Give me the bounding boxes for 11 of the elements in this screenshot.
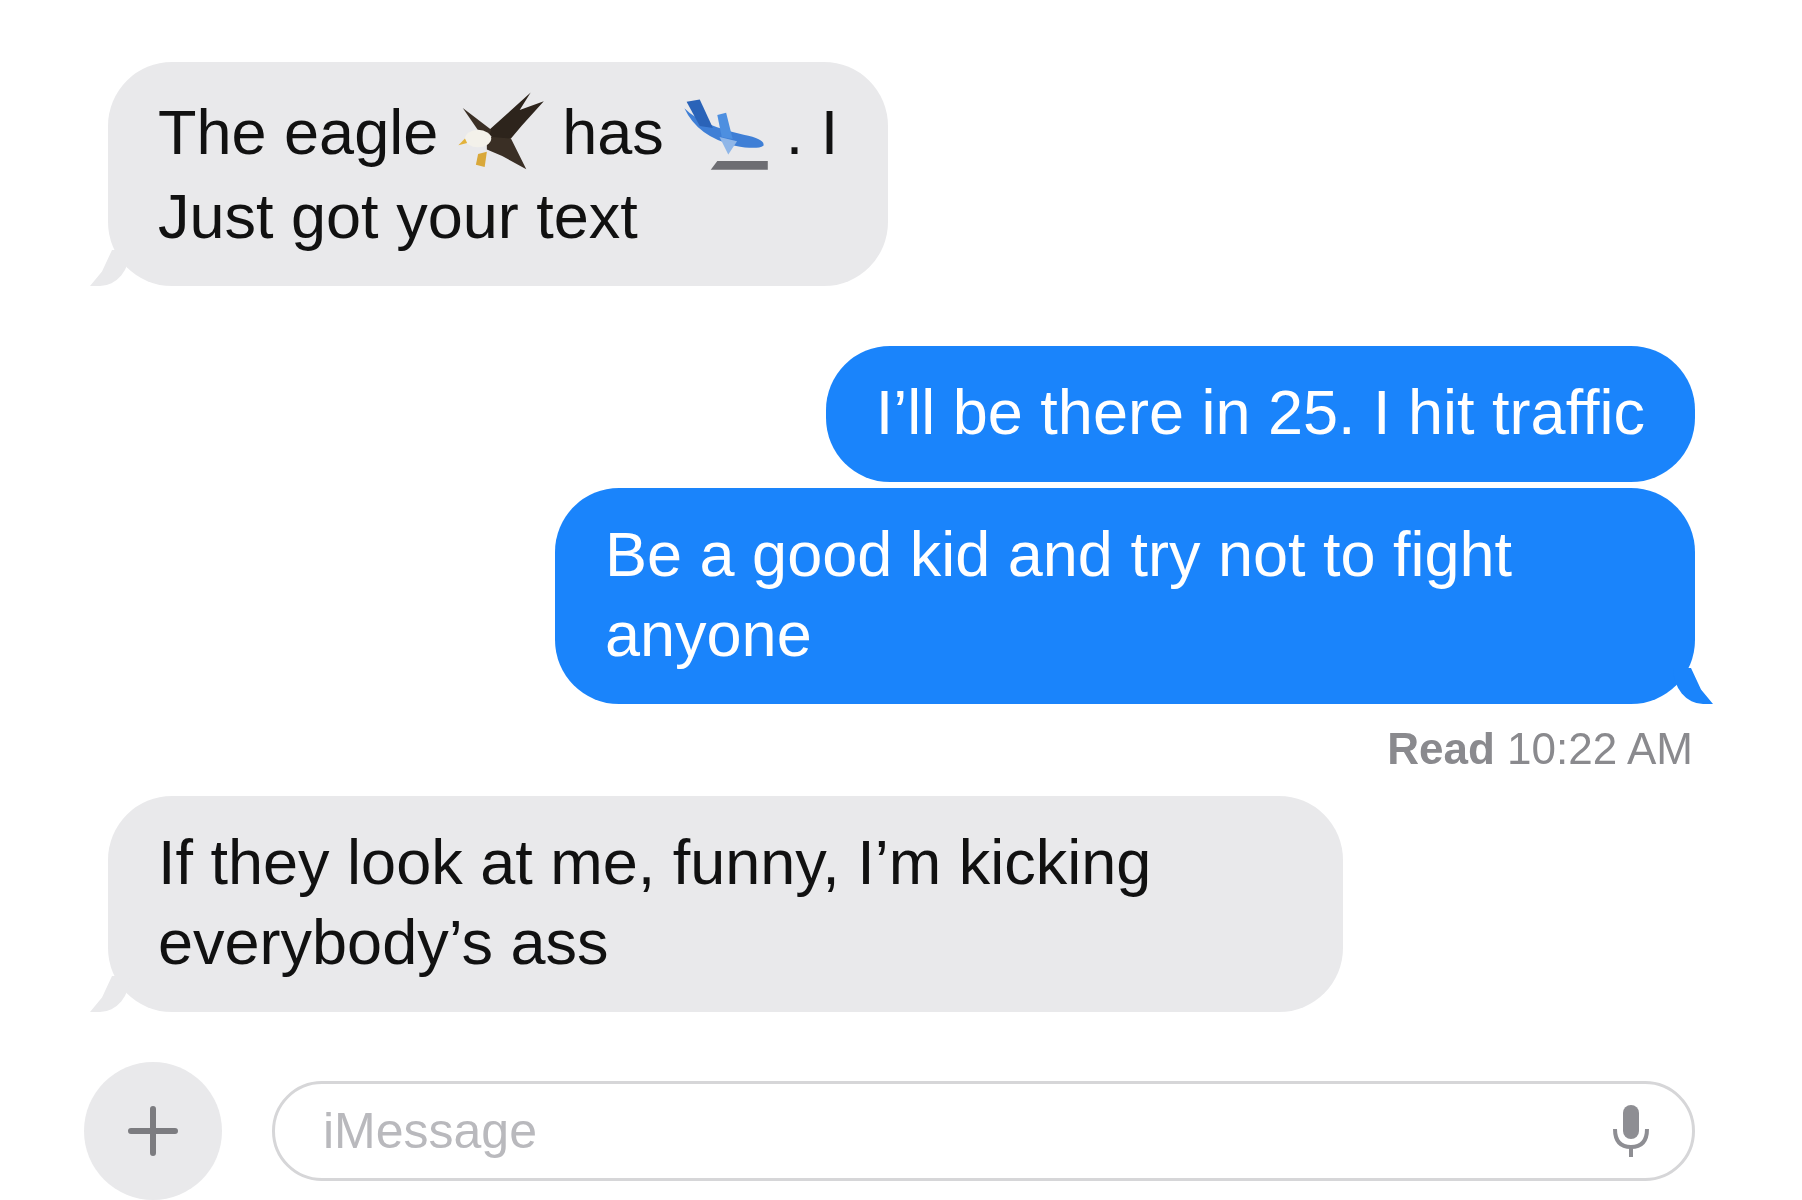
- message-text: If they look at me, funny, I’m kicking everybody’s ass: [158, 827, 1152, 977]
- message-text: Be a good kid and try not to fight anyone: [605, 519, 1513, 669]
- read-receipt: Read 10:22 AM: [1387, 724, 1693, 774]
- plus-icon: [127, 1105, 179, 1157]
- message-text: has: [562, 96, 664, 169]
- message-text: The eagle: [158, 96, 439, 169]
- message-input-field[interactable]: iMessage: [272, 1081, 1695, 1181]
- message-text: I’ll be there in 25. I hit traffic: [875, 377, 1645, 447]
- message-text: . I: [785, 96, 839, 169]
- message-text: Just got your text: [158, 180, 638, 253]
- microphone-icon[interactable]: [1611, 1103, 1651, 1159]
